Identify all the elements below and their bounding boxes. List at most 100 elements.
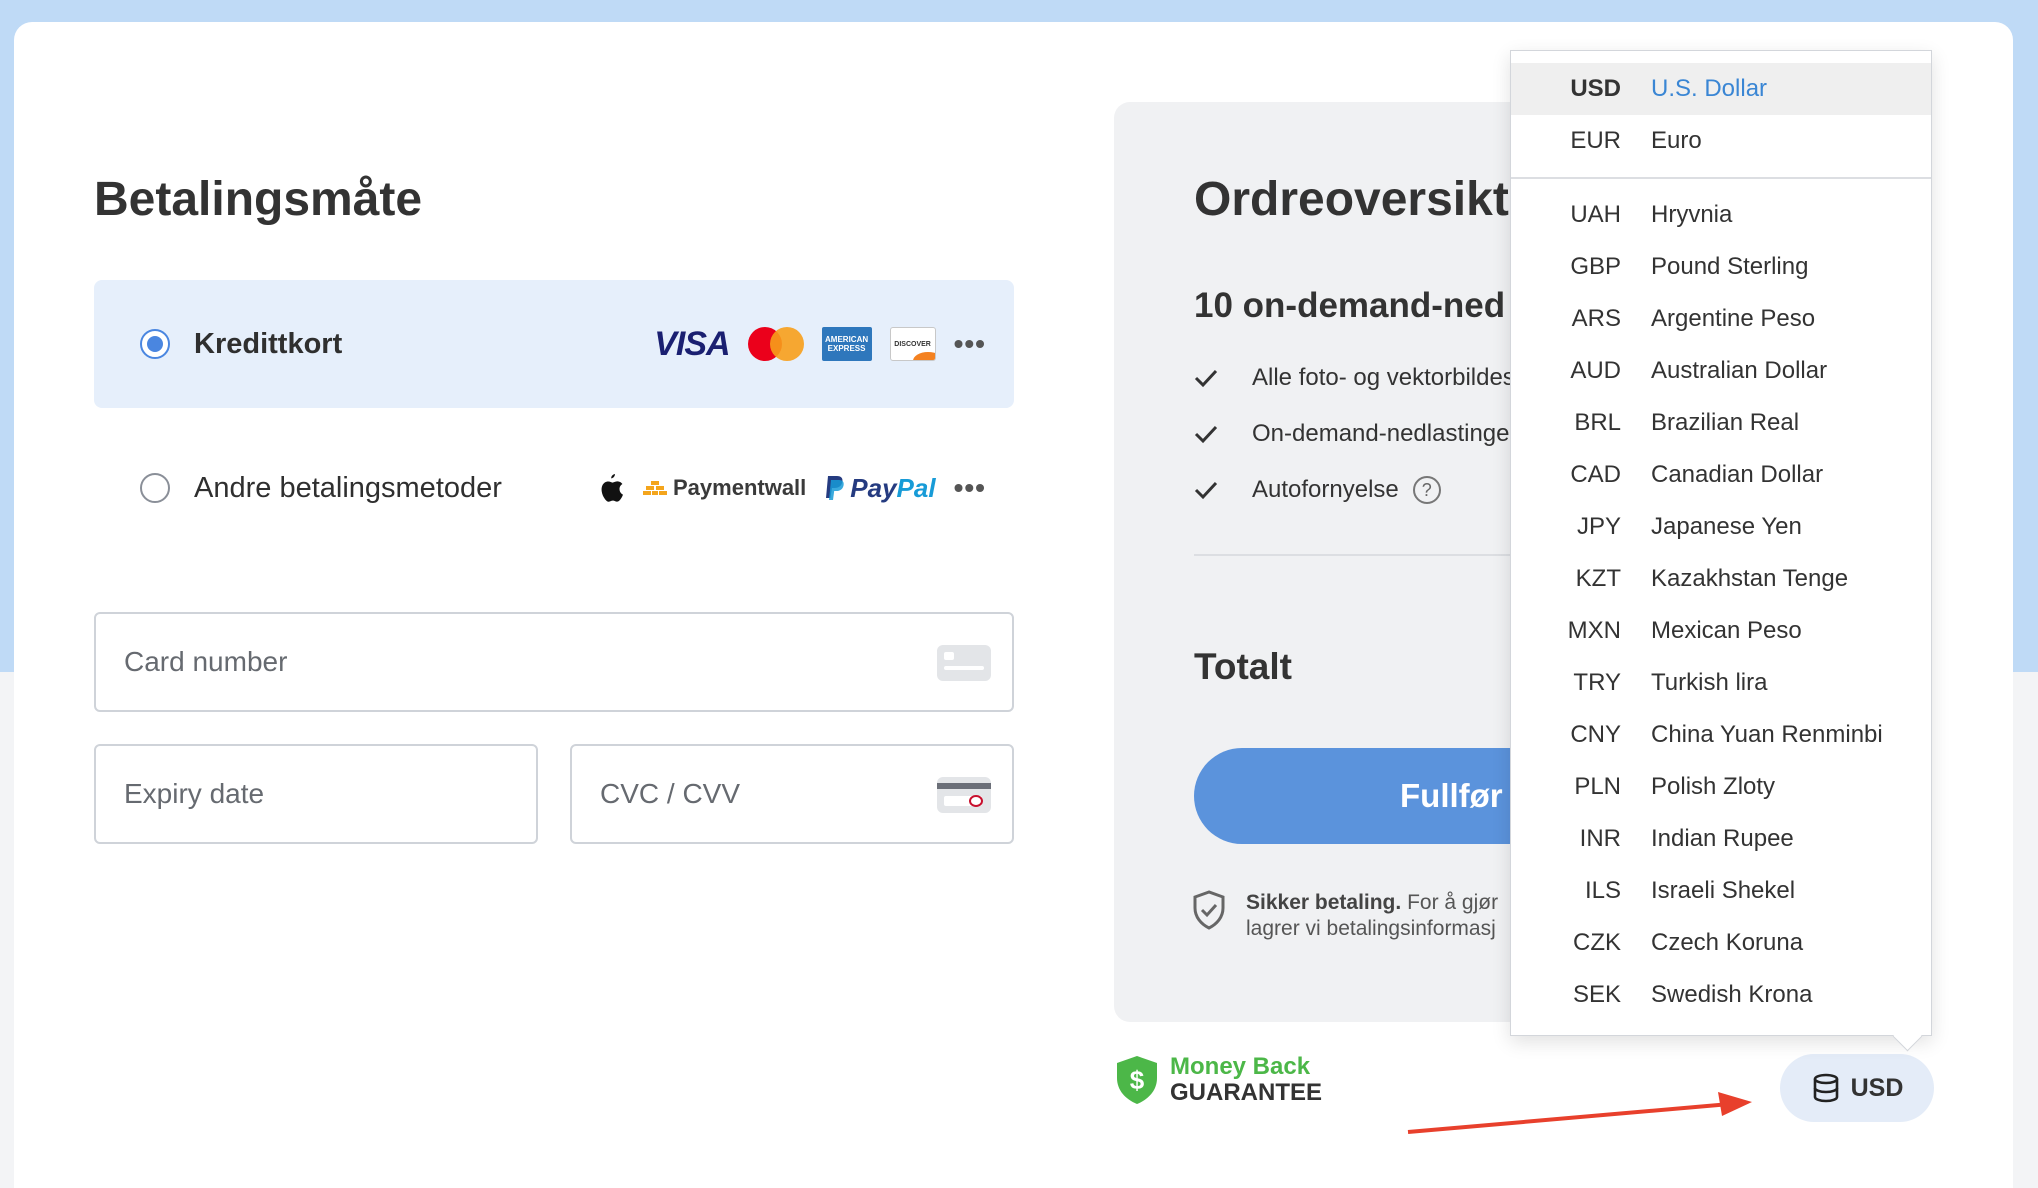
currency-name: Czech Koruna [1651,929,1804,956]
currency-button-label: USD [1850,1073,1904,1102]
credit-card-radio[interactable] [140,329,170,359]
annotation-arrow [1407,1092,1752,1134]
currency-name: Israeli Shekel [1651,877,1796,904]
currency-option-cny[interactable]: CNY China Yuan Renminbi [1511,709,1931,761]
mastercard-icon [747,327,804,361]
currency-name: Hryvnia [1651,201,1733,228]
currency-option-jpy[interactable]: JPY Japanese Yen [1511,501,1931,553]
currency-code: INR [1579,825,1621,852]
currency-option-cad[interactable]: CAD Canadian Dollar [1511,449,1931,501]
currency-selector-button[interactable]: USD [1780,1054,1934,1122]
currency-option-pln[interactable]: PLN Polish Zloty [1511,761,1931,813]
currency-code: CZK [1573,929,1621,956]
feature-text: Alle foto- og vektorbildes [1252,364,1510,391]
order-summary-panel [1114,102,1564,1022]
feature-item: On-demand-nedlastinge [1194,416,1510,452]
paypal-icon [826,476,845,500]
card-icon [937,645,991,681]
visa-logo: VISA [654,324,730,363]
currency-option-sek[interactable]: SEK Swedish Krona [1511,969,1931,1021]
currency-name: Polish Zloty [1651,773,1776,800]
guarantee-line2: GUARANTEE [1170,1079,1323,1106]
currency-option-inr[interactable]: INR Indian Rupee [1511,813,1931,865]
currency-name: Brazilian Real [1651,409,1800,436]
currency-code: ARS [1571,305,1621,332]
currency-option-usd[interactable]: USD U.S. Dollar [1511,63,1931,115]
currency-name: Australian Dollar [1651,357,1828,384]
paypal-text-pal: Pal [896,472,936,503]
currency-dropdown: USD U.S. Dollar EUR Euro UAH Hryvnia GBP… [1510,50,1932,1036]
currency-code: EUR [1570,127,1621,154]
currency-code: UAH [1570,201,1621,228]
summary-divider [1194,554,1510,556]
currency-name: Mexican Peso [1651,617,1802,644]
currency-name: China Yuan Renminbi [1651,721,1883,748]
secure-payment-note: Sikker betaling. For å gjør lagrer vi be… [1192,890,1510,942]
currency-name: Turkish lira [1651,669,1768,696]
currency-option-mxn[interactable]: MXN Mexican Peso [1511,605,1931,657]
cvc-card-icon [937,777,991,813]
currency-code: SEK [1572,981,1621,1008]
currency-option-czk[interactable]: CZK Czech Koruna [1511,917,1931,969]
apple-icon [601,474,623,502]
currency-name: Japanese Yen [1651,513,1802,540]
currency-name: Canadian Dollar [1651,461,1824,488]
currency-name: Euro [1651,127,1702,154]
svg-text:$: $ [1130,1065,1145,1095]
expiry-date-input[interactable]: Expiry date [94,744,538,844]
payment-method-other[interactable]: Andre betalingsmetoder Paymentwall Pay Pa… [94,424,1014,552]
currency-option-kzt[interactable]: KZT Kazakhstan Tenge [1511,553,1931,605]
feature-item: Alle foto- og vektorbildes [1194,360,1510,396]
currency-code: MXN [1567,617,1621,644]
paymentwall-logo: Paymentwall [643,475,806,501]
cvc-input[interactable]: CVC / CVV [570,744,1014,844]
more-cards-icon[interactable]: ••• [954,328,986,360]
currency-code: BRL [1574,409,1621,436]
currency-option-ils[interactable]: ILS Israeli Shekel [1511,865,1931,917]
discover-logo: DISCOVER [889,327,936,361]
order-summary-title: Ordreoversikt [1194,173,1509,226]
currency-option-brl[interactable]: BRL Brazilian Real [1511,397,1931,449]
paypal-logo: Pay Pal [824,472,936,504]
cvc-placeholder: CVC / CVV [600,778,741,809]
paymentwall-text: Paymentwall [673,475,807,500]
money-back-shield-icon: $ [1117,1056,1157,1104]
currency-option-gbp[interactable]: GBP Pound Sterling [1511,241,1931,293]
currency-name: Kazakhstan Tenge [1651,565,1849,592]
feature-text: On-demand-nedlastinge [1252,420,1510,447]
payment-method-credit-card[interactable]: Kredittkort VISA AMERICAN EXPRESS DISCOV… [94,280,1014,408]
currency-option-uah[interactable]: UAH Hryvnia [1511,189,1931,241]
currency-code: JPY [1576,513,1621,540]
currency-code: PLN [1574,773,1621,800]
guarantee-line1: Money Back [1170,1053,1311,1080]
checkmark-icon [1194,369,1218,388]
currency-name: U.S. Dollar [1651,75,1768,102]
currency-option-eur[interactable]: EUR Euro [1511,115,1931,167]
currency-option-ars[interactable]: ARS Argentine Peso [1511,293,1931,345]
card-number-input[interactable]: Card number [94,612,1014,712]
finish-button[interactable]: Fullfør [1194,748,1514,844]
currency-name: Pound Sterling [1651,253,1809,280]
currency-name: Indian Rupee [1651,825,1794,852]
currency-code: CAD [1570,461,1621,488]
currency-code: USD [1570,75,1621,102]
more-methods-icon[interactable]: ••• [954,472,986,504]
feature-item: Autofornyelse ? [1194,472,1510,508]
dropdown-separator [1511,177,1931,179]
currency-code: CNY [1570,721,1621,748]
shield-check-icon [1193,890,1225,930]
currency-option-aud[interactable]: AUD Australian Dollar [1511,345,1931,397]
payment-method-title: Betalingsmåte [94,173,423,226]
other-logos: Paymentwall Pay Pal ••• [595,472,986,504]
card-number-placeholder: Card number [124,646,288,677]
currency-option-try[interactable]: TRY Turkish lira [1511,657,1931,709]
currency-code: KZT [1575,565,1621,592]
other-methods-radio[interactable] [140,473,170,503]
help-icon[interactable]: ? [1412,476,1441,504]
currency-code: TRY [1573,669,1621,696]
expiry-date-placeholder: Expiry date [124,778,265,809]
database-icon [1813,1073,1838,1103]
secure-bold-text: Sikker betaling. [1246,891,1402,914]
currency-code: ILS [1584,877,1621,904]
currency-name: Swedish Krona [1651,981,1813,1008]
